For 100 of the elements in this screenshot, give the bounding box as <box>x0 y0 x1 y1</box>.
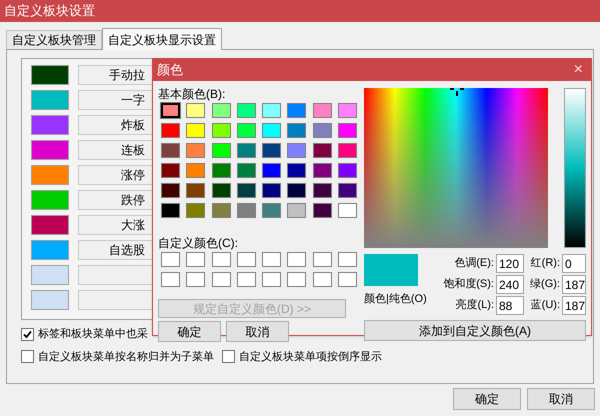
color-swatch[interactable] <box>186 123 206 138</box>
color-swatch[interactable] <box>31 190 69 210</box>
color-swatch[interactable] <box>31 115 69 135</box>
color-swatch[interactable] <box>186 143 206 158</box>
color-swatch[interactable] <box>236 183 256 198</box>
empty-swatch[interactable] <box>262 252 281 267</box>
color-swatch[interactable] <box>31 215 69 235</box>
color-swatch[interactable] <box>262 143 281 158</box>
color-swatch[interactable] <box>31 90 69 110</box>
empty-swatch[interactable] <box>338 272 357 287</box>
crosshair-icon <box>450 88 464 98</box>
empty-swatch[interactable] <box>161 272 180 287</box>
dialog-button[interactable]: 确定 <box>453 388 521 410</box>
empty-swatch[interactable] <box>287 252 306 267</box>
tab[interactable]: 自定义板块管理 <box>6 30 102 49</box>
checkbox-label: 自定义板块菜单项按倒序显示 <box>239 350 382 364</box>
value-field[interactable]: 0 <box>562 254 586 273</box>
color-swatch[interactable] <box>262 203 281 218</box>
color-swatch[interactable] <box>287 103 306 118</box>
empty-swatch[interactable] <box>287 272 306 287</box>
empty-swatch[interactable] <box>312 272 332 287</box>
color-swatch[interactable] <box>312 143 332 158</box>
empty-swatch[interactable] <box>262 272 281 287</box>
color-swatch[interactable] <box>338 203 357 218</box>
color-swatch[interactable] <box>31 165 69 185</box>
add-to-custom-colors-button[interactable]: 添加到自定义颜色(A) <box>364 320 586 341</box>
empty-swatch[interactable] <box>312 252 332 267</box>
color-swatch[interactable] <box>236 123 256 138</box>
value-field[interactable]: 187 <box>562 275 586 294</box>
color-swatch[interactable] <box>186 203 206 218</box>
empty-swatch[interactable] <box>236 272 256 287</box>
checkbox-label: 标签和板块菜单中也采 <box>38 327 148 342</box>
color-swatch[interactable] <box>31 140 69 160</box>
color-swatch[interactable] <box>312 123 332 138</box>
color-swatch[interactable] <box>338 183 357 198</box>
empty-swatch[interactable] <box>186 252 206 267</box>
color-swatch[interactable] <box>287 143 306 158</box>
color-swatch[interactable] <box>338 163 357 178</box>
color-swatch[interactable] <box>161 163 180 178</box>
color-swatch[interactable] <box>212 103 230 118</box>
color-swatch[interactable] <box>236 163 256 178</box>
empty-swatch[interactable] <box>236 252 256 267</box>
color-swatch[interactable] <box>262 123 281 138</box>
color-swatch[interactable] <box>186 163 206 178</box>
color-swatch[interactable] <box>186 103 206 118</box>
empty-swatch[interactable] <box>161 252 180 267</box>
value-field[interactable]: 88 <box>496 296 524 315</box>
color-swatch[interactable] <box>287 203 306 218</box>
value-field[interactable]: 120 <box>496 254 524 273</box>
tab[interactable]: 自定义板块显示设置 <box>102 28 222 50</box>
value-field[interactable]: 240 <box>496 275 524 294</box>
color-swatch[interactable] <box>212 143 230 158</box>
empty-swatch[interactable] <box>338 252 357 267</box>
color-swatch[interactable] <box>161 103 180 118</box>
color-swatch[interactable] <box>312 203 332 218</box>
color-swatch[interactable] <box>262 103 281 118</box>
color-swatch[interactable] <box>212 163 230 178</box>
color-swatch[interactable] <box>236 103 256 118</box>
field-label: 亮度(L): <box>454 298 494 314</box>
color-swatch[interactable] <box>338 103 357 118</box>
color-swatch[interactable] <box>312 163 332 178</box>
close-button[interactable]: × <box>570 62 587 78</box>
color-swatch[interactable] <box>161 203 180 218</box>
field-label: 饱和度(S): <box>442 276 494 292</box>
empty-swatch[interactable] <box>212 252 230 267</box>
color-swatch[interactable] <box>212 123 230 138</box>
color-swatch[interactable] <box>212 183 230 198</box>
color-swatch[interactable] <box>31 240 69 260</box>
value-field[interactable]: 187 <box>562 296 586 315</box>
color-swatch[interactable] <box>312 103 332 118</box>
color-swatch[interactable] <box>186 183 206 198</box>
color-swatch[interactable] <box>161 143 180 158</box>
checkbox[interactable] <box>222 350 235 364</box>
color-swatch[interactable] <box>161 183 180 198</box>
spectrum-picker[interactable] <box>364 88 548 248</box>
ok-button[interactable]: 确定 <box>158 321 221 342</box>
color-swatch[interactable] <box>212 203 230 218</box>
field-label: 色调(E): <box>453 256 494 272</box>
color-swatch[interactable] <box>338 123 357 138</box>
color-swatch[interactable] <box>31 290 69 310</box>
empty-swatch[interactable] <box>212 272 230 287</box>
window-title: 自定义板块设置 <box>4 2 95 20</box>
color-swatch[interactable] <box>287 163 306 178</box>
luminance-bar[interactable] <box>564 88 586 248</box>
color-swatch[interactable] <box>31 65 69 85</box>
color-swatch[interactable] <box>236 143 256 158</box>
color-swatch[interactable] <box>287 123 306 138</box>
color-swatch[interactable] <box>236 203 256 218</box>
cancel-button[interactable]: 取消 <box>226 321 289 342</box>
dialog-button[interactable]: 取消 <box>527 388 595 410</box>
checkbox[interactable] <box>21 328 34 341</box>
empty-swatch[interactable] <box>186 272 206 287</box>
checkbox[interactable] <box>21 350 34 364</box>
color-swatch[interactable] <box>262 183 281 198</box>
color-swatch[interactable] <box>287 183 306 198</box>
color-swatch[interactable] <box>338 143 357 158</box>
color-swatch[interactable] <box>161 123 180 138</box>
color-swatch[interactable] <box>31 265 69 285</box>
color-swatch[interactable] <box>262 163 281 178</box>
color-swatch[interactable] <box>312 183 332 198</box>
